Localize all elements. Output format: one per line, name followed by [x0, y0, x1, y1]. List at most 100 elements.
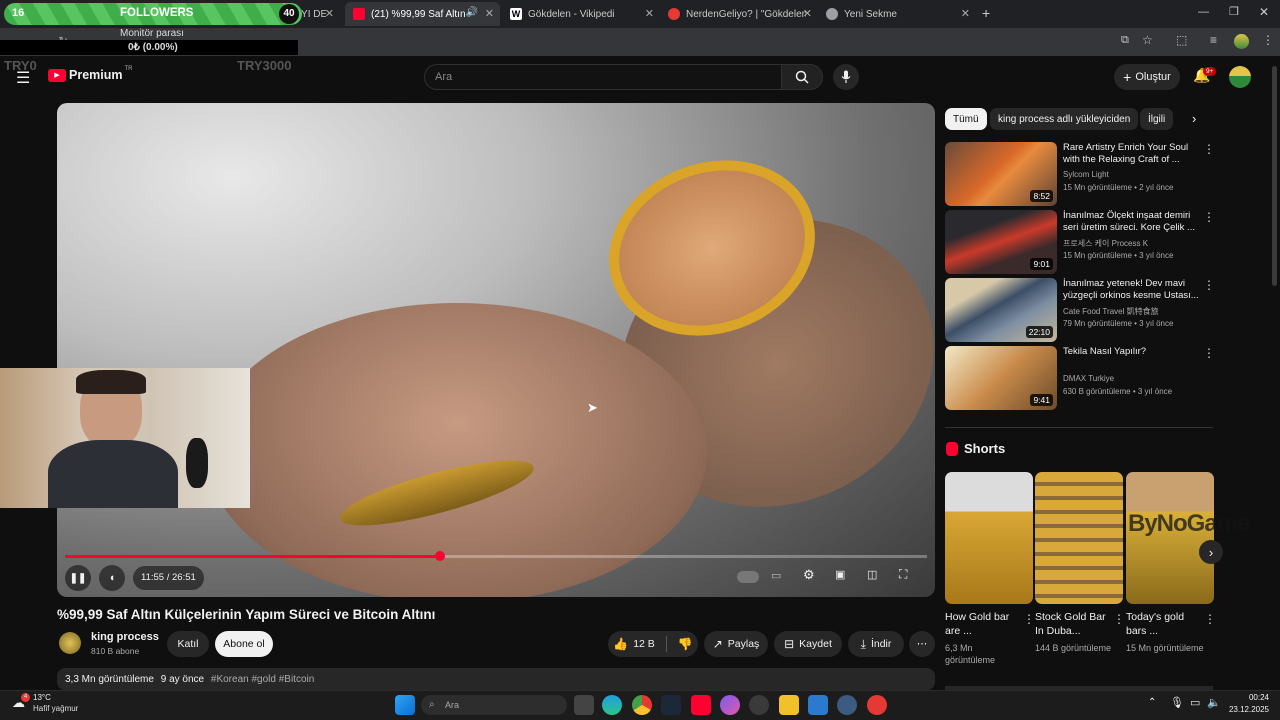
github-icon[interactable]: [749, 695, 769, 715]
tray-chevron-icon[interactable]: ⌃: [1148, 697, 1156, 708]
more-vertical-icon[interactable]: ⋮: [1203, 210, 1215, 224]
volume-button[interactable]: ◖: [99, 565, 125, 591]
tab-5[interactable]: Yeni Sekme ✕: [818, 2, 976, 26]
more-vertical-icon[interactable]: ⋮: [1113, 612, 1125, 626]
shorts-next-button[interactable]: ›: [1199, 540, 1223, 564]
cast-page-icon[interactable]: ⧉: [1121, 34, 1129, 47]
followers-label: FOLLOWERS: [120, 7, 194, 19]
search-input[interactable]: Ara: [424, 64, 782, 90]
short-title: Stock Gold Bar In Duba...: [1035, 611, 1106, 637]
progress-track[interactable]: [65, 551, 927, 561]
short-item[interactable]: How Gold bar are ... 6,3 Mn görüntüleme …: [945, 472, 1035, 665]
close-tab-icon[interactable]: ✕: [485, 7, 494, 20]
recommendation-item[interactable]: 9:41 Tekila Nasıl Yapılır? DMAX Turkiye …: [945, 346, 1215, 410]
youtube-logo[interactable]: ▶ Premium TR: [48, 66, 133, 82]
like-count[interactable]: 12 B: [633, 638, 655, 650]
chrome-icon[interactable]: [632, 695, 652, 715]
browser-menu-icon[interactable]: ⋮: [1262, 33, 1274, 47]
more-vertical-icon[interactable]: ⋮: [1203, 142, 1215, 156]
recommendation-item[interactable]: 9:01 İnanılmaz Ölçekt inşaat demiri seri…: [945, 210, 1215, 274]
audio-icon[interactable]: 🔊: [466, 7, 478, 18]
description-box[interactable]: 3,3 Mn görüntüleme 9 ay önce #Korean #go…: [57, 668, 935, 690]
download-label: İndir: [870, 638, 892, 650]
edge-icon[interactable]: [602, 695, 622, 715]
tab-3[interactable]: W Gökdelen - Vikipedi ✕: [502, 2, 660, 26]
channel-name[interactable]: king process: [91, 631, 159, 643]
recommendation-item[interactable]: 8:52 Rare Artistry Enrich Your Soul with…: [945, 142, 1215, 206]
chip-related[interactable]: İlgili: [1140, 108, 1174, 130]
bookmark-star-icon[interactable]: ☆: [1142, 33, 1153, 47]
new-tab-button[interactable]: +: [982, 5, 990, 21]
create-button[interactable]: + Oluştur: [1114, 64, 1180, 90]
recording-app-icon[interactable]: [867, 695, 887, 715]
subtitles-icon[interactable]: ▭: [771, 569, 781, 582]
subscribe-button[interactable]: Abone ol: [215, 631, 273, 657]
chip-all[interactable]: Tümü: [945, 108, 987, 130]
tab-label: Yeni Sekme: [844, 8, 897, 20]
more-vertical-icon[interactable]: ⋮: [1023, 612, 1035, 626]
hamburger-menu-icon[interactable]: ☰: [16, 68, 30, 88]
short-item[interactable]: Stock Gold Bar In Duba... 144 B görüntül…: [1035, 472, 1125, 653]
channel-avatar[interactable]: [59, 632, 81, 654]
file-explorer-icon[interactable]: [779, 695, 799, 715]
windows-start-icon[interactable]: [395, 695, 415, 715]
mouse-cursor-icon: ➤: [587, 400, 598, 415]
task-view-icon[interactable]: [574, 695, 594, 715]
short-title: How Gold bar are ...: [945, 611, 1010, 637]
chips-next-icon[interactable]: ›: [1192, 111, 1196, 126]
save-button[interactable]: ⊟ Kaydet: [774, 631, 842, 657]
close-tab-icon[interactable]: ✕: [325, 7, 334, 20]
tab-4[interactable]: NerdenGeliyo? | "Gökdelen" Ne ✕: [660, 2, 818, 26]
page-scrollbar[interactable]: [1272, 66, 1277, 286]
video-player[interactable]: ❚❚ ◖ 11:55 / 26:51 ▭ ⚙ ▣ ◫ ⛶: [57, 103, 935, 597]
download-button[interactable]: ⤓ İndir: [848, 631, 904, 657]
search-button[interactable]: [781, 64, 823, 90]
clock-date[interactable]: 23.12.2025: [1219, 705, 1269, 714]
theater-mode-icon[interactable]: ▣: [835, 568, 845, 581]
like-icon[interactable]: 👍: [613, 637, 628, 651]
close-tab-icon[interactable]: ✕: [803, 7, 812, 20]
minimize-icon[interactable]: —: [1198, 6, 1209, 18]
profile-avatar[interactable]: [1234, 34, 1249, 49]
dislike-icon[interactable]: 👎: [678, 637, 693, 651]
short-views: 144 B görüntüleme: [1035, 643, 1112, 653]
close-tab-icon[interactable]: ✕: [645, 7, 654, 20]
copilot-icon[interactable]: [720, 695, 740, 715]
close-window-icon[interactable]: ✕: [1259, 5, 1269, 19]
chip-from-uploader[interactable]: king process adlı yükleyiciden: [990, 108, 1139, 130]
followers-goal: 40: [279, 4, 299, 24]
join-button[interactable]: Katıl: [167, 631, 209, 657]
close-tab-icon[interactable]: ✕: [961, 7, 970, 20]
more-vertical-icon[interactable]: ⋮: [1204, 612, 1216, 626]
short-item[interactable]: Today's gold bars ... 15 Mn görüntüleme …: [1126, 472, 1216, 653]
plus-icon: +: [1123, 69, 1132, 85]
cast-icon[interactable]: ◫: [867, 568, 877, 581]
share-button[interactable]: ↗ Paylaş: [704, 631, 768, 657]
microphone-tray-icon[interactable]: 🎙: [1170, 696, 1184, 709]
recommendation-thumbnail: 9:41: [945, 346, 1057, 410]
app-icon[interactable]: [837, 695, 857, 715]
settings-gear-icon[interactable]: ⚙: [803, 567, 815, 583]
autoplay-toggle[interactable]: [737, 571, 759, 583]
taskbar-search-input[interactable]: ⌕ Ara: [421, 695, 567, 715]
steam-icon[interactable]: [661, 695, 681, 715]
clock-time[interactable]: 00:24: [1229, 693, 1269, 702]
photos-icon[interactable]: [808, 695, 828, 715]
more-vertical-icon[interactable]: ⋮: [1203, 346, 1215, 360]
youtube-app-icon[interactable]: [691, 695, 711, 715]
hashtags[interactable]: #Korean #gold #Bitcoin: [211, 674, 314, 685]
network-icon[interactable]: ▭: [1190, 696, 1200, 709]
fullscreen-icon[interactable]: ⛶: [899, 567, 907, 582]
recommendation-item[interactable]: 22:10 İnanılmaz yetenek! Dev mavi yüzgeç…: [945, 278, 1215, 342]
more-vertical-icon[interactable]: ⋮: [1203, 278, 1215, 292]
extensions-icon[interactable]: ⬚: [1176, 33, 1187, 47]
progress-scrubber[interactable]: [434, 551, 445, 561]
reading-list-icon[interactable]: ≡: [1210, 33, 1217, 47]
chip-label: İlgili: [1148, 113, 1166, 125]
tab-2-active[interactable]: (21) %99,99 Saf Altın Külçele 🔊 ✕: [345, 2, 500, 26]
account-avatar[interactable]: [1229, 66, 1251, 88]
voice-search-button[interactable]: [833, 64, 859, 90]
pause-button[interactable]: ❚❚: [65, 565, 91, 591]
maximize-icon[interactable]: ❐: [1229, 5, 1239, 18]
more-actions-button[interactable]: ⋯: [909, 631, 935, 657]
